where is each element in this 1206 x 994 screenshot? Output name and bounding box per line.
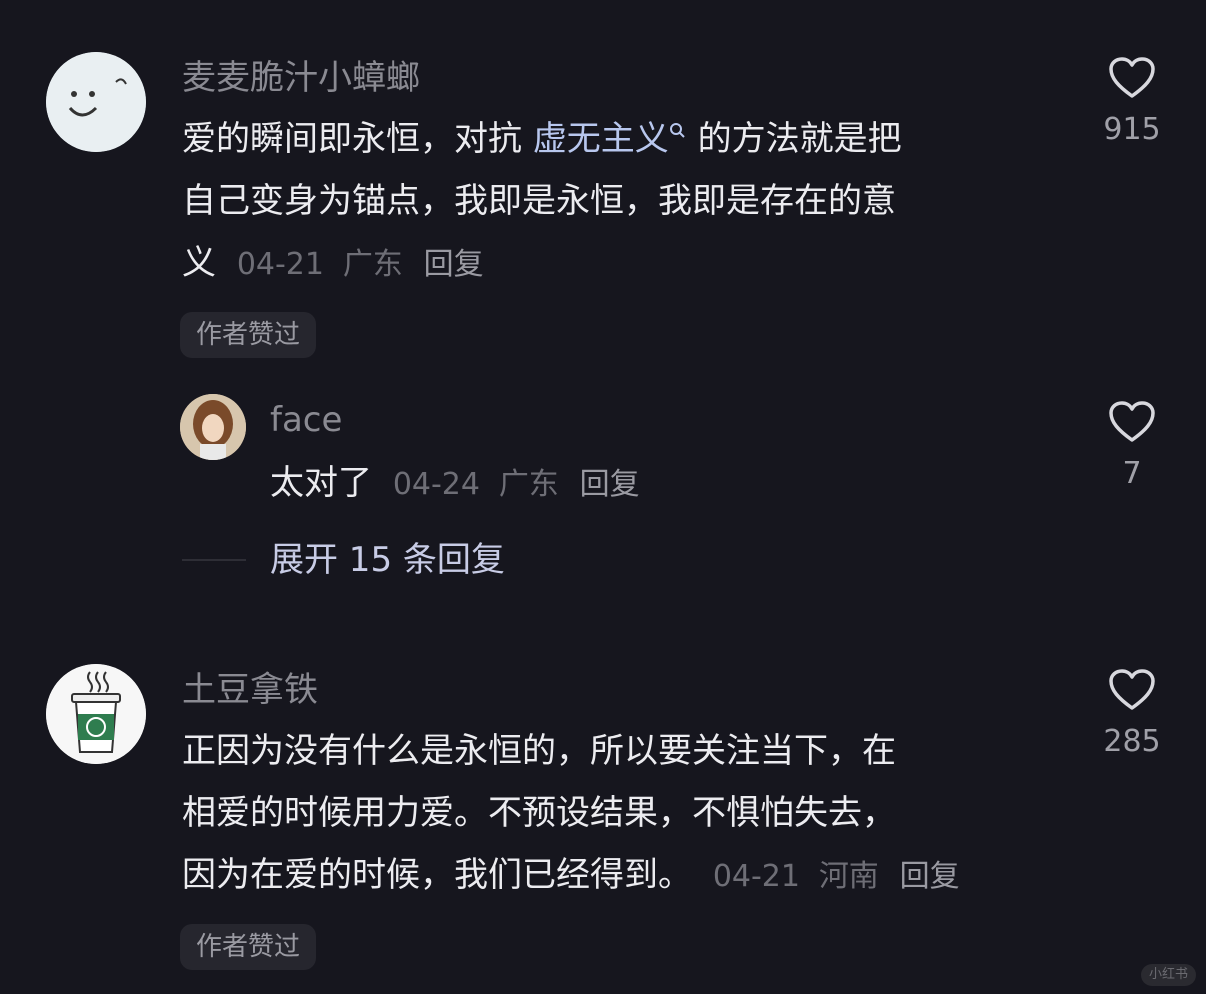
comment-location: 河南 [818,859,879,894]
comment-line: 自己变身为锚点，我即是永恒，我即是存在的意 [182,181,896,221]
username[interactable]: 土豆拿铁 [182,670,318,710]
like-count: 285 [1103,724,1161,759]
search-icon [669,123,685,138]
portrait-avatar-icon [180,394,246,460]
username[interactable]: 麦麦脆汁小蟑螂 [182,58,420,98]
heart-outline-icon[interactable] [1108,668,1156,712]
reply-button[interactable]: 回复 [900,859,960,894]
reply-username[interactable]: face [270,400,342,440]
author-liked-badge: 作者赞过 [180,924,317,970]
comment-date: 04-21 [712,859,800,894]
reply-location: 广东 [498,467,559,502]
reply-text: 太对了 [270,463,372,503]
comment-date: 04-21 [236,247,324,282]
comment-line: 爱的瞬间即永恒，对抗 [182,119,533,159]
like-button[interactable]: 285 [1082,668,1182,760]
avatar[interactable] [46,52,146,152]
expand-divider [182,559,246,561]
watermark: 小红书 [1140,964,1196,986]
search-link[interactable]: 虚无主义 [533,119,687,159]
heart-outline-icon[interactable] [1108,400,1156,444]
comment-text: 正因为没有什么是永恒的，所以要关注当下，在 相爱的时候用力爱。不预设结果，不惧怕… [182,720,960,908]
smiley-avatar-icon [46,52,146,152]
heart-outline-icon[interactable] [1108,56,1156,100]
expand-replies-button[interactable]: 展开 15 条回复 [270,540,505,580]
reply-button[interactable]: 回复 [580,467,640,502]
like-count: 7 [1122,456,1142,491]
comment-line: 的方法就是把 [686,119,902,159]
comment-line: 义 [182,243,216,283]
reply-avatar[interactable] [180,394,246,460]
like-count: 915 [1103,112,1161,147]
reply-button[interactable]: 回复 [424,247,484,282]
comment-thread: 麦麦脆汁小蟑螂 爱的瞬间即永恒，对抗 虚无主义 的方法就是把 自己变身为锚点，我… [0,0,1206,994]
comment-text: 爱的瞬间即永恒，对抗 虚无主义 的方法就是把 自己变身为锚点，我即是永恒，我即是… [182,108,902,296]
reply-date: 04-24 [392,467,480,502]
reply-text-row: 太对了 04-24 广东 回复 [270,452,640,516]
search-link-label[interactable]: 虚无主义 [533,119,669,159]
comment-line: 因为在爱的时候，我们已经得到。 [182,855,692,895]
like-button[interactable]: 915 [1082,56,1182,148]
author-liked-badge: 作者赞过 [180,312,317,358]
reply-like-button[interactable]: 7 [1082,400,1182,492]
comment-line: 相爱的时候用力爱。不预设结果，不惧怕失去， [182,793,896,833]
comment-location: 广东 [342,247,403,282]
avatar[interactable] [46,664,146,764]
comment-line: 正因为没有什么是永恒的，所以要关注当下，在 [182,731,896,771]
coffee-cup-avatar-icon [46,664,146,764]
